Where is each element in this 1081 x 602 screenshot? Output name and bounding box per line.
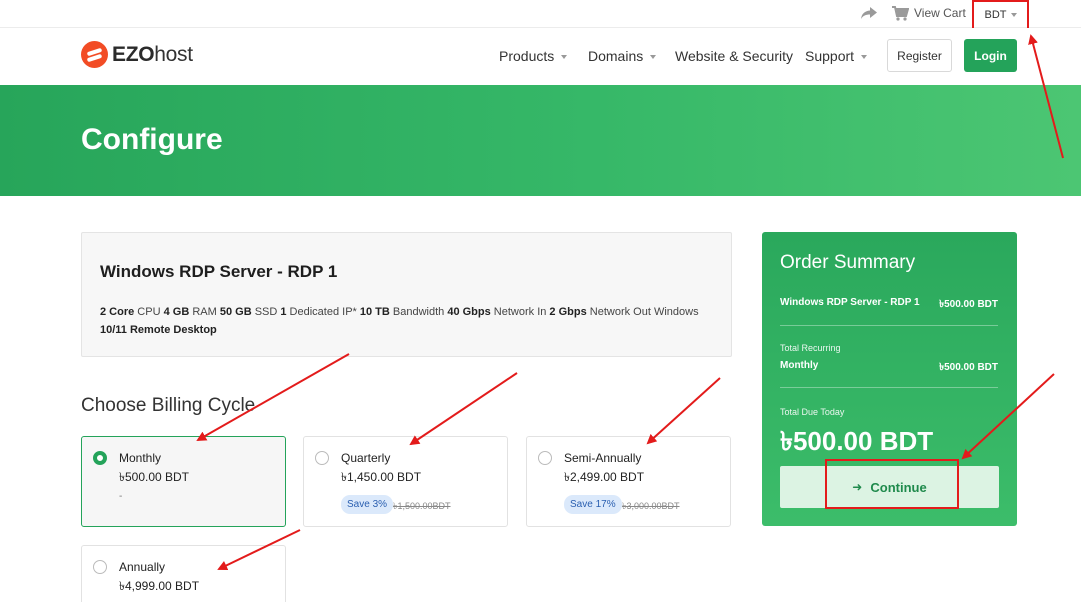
spec-label: SSD (251, 306, 281, 318)
register-button[interactable]: Register (887, 39, 952, 72)
spec-value: 4 GB (163, 306, 190, 318)
currency-selector[interactable]: BDT (972, 0, 1029, 30)
option-name: Quarterly (341, 451, 391, 465)
caret-down-icon (650, 55, 657, 60)
option-name: Annually (119, 560, 166, 574)
billing-option-semi-annually[interactable]: Semi-Annually ৳2,499.00 BDT Save 17% ৳3,… (526, 436, 731, 527)
caret-down-icon (861, 55, 868, 60)
spec-label: Bandwidth (389, 306, 448, 318)
logo-text: EZOhost (112, 42, 193, 66)
spec-label: CPU (134, 306, 164, 318)
spec-label: Dedicated IP* (286, 306, 360, 318)
radio-button[interactable] (315, 451, 329, 465)
continue-button[interactable]: ➜ Continue (780, 466, 999, 508)
spec-value: 40 Gbps (447, 306, 491, 318)
spec-value: 10 TB (359, 306, 390, 318)
option-price: ৳2,499.00 BDT (564, 470, 645, 484)
summary-recurring-row: Monthly ৳500.00 BDT (780, 360, 998, 373)
top-utility-bar: View Cart BDT (0, 0, 1081, 30)
currency-label: BDT (984, 9, 1007, 21)
order-summary: Order Summary Windows RDP Server - RDP 1… (762, 232, 1017, 526)
nav-products[interactable]: Products (499, 48, 568, 64)
save-badge: Save 3% (341, 495, 394, 514)
caret-down-icon (1010, 13, 1017, 17)
total-due-amount: ৳500.00 BDT (780, 426, 934, 456)
nav-support[interactable]: Support (805, 48, 868, 64)
spec-value: 50 GB (219, 306, 252, 318)
logo-mark-icon (81, 41, 108, 68)
option-savings: - (119, 491, 123, 502)
divider (780, 325, 998, 326)
total-recurring-label: Total Recurring (780, 343, 841, 353)
spec-value: 2 Core (100, 306, 135, 318)
nav-domains[interactable]: Domains (588, 48, 657, 64)
billing-option-monthly[interactable]: Monthly ৳500.00 BDT - (81, 436, 286, 527)
option-price: ৳1,450.00 BDT (341, 470, 422, 484)
option-name: Semi-Annually (564, 451, 642, 465)
page-banner: Configure (0, 85, 1081, 196)
caret-down-icon (561, 55, 568, 60)
annotation-arrow (409, 372, 518, 446)
option-name: Monthly (119, 451, 162, 465)
spec-label: RAM (189, 306, 220, 318)
spec-label: Network Out Windows (586, 306, 699, 318)
radio-button[interactable] (538, 451, 552, 465)
main-header: EZOhost Products Domains Website & Secur… (0, 28, 1081, 85)
product-description: 2 Core CPU 4 GB RAM 50 GB SSD 1 Dedicate… (100, 303, 700, 339)
billing-option-quarterly[interactable]: Quarterly ৳1,450.00 BDT Save 3% ৳1,500.0… (303, 436, 508, 527)
total-due-label: Total Due Today (780, 407, 845, 417)
cart-icon[interactable] (891, 5, 909, 21)
spec-label: Network In (490, 306, 550, 318)
old-price: ৳3,000.00BDT (622, 501, 680, 511)
save-badge: Save 17% (564, 495, 622, 514)
share-icon[interactable] (860, 6, 878, 20)
radio-button[interactable] (93, 451, 107, 465)
spec-value: 10/11 (100, 324, 127, 336)
old-price: ৳1,500.00BDT (393, 501, 451, 511)
divider (780, 387, 998, 388)
option-price: ৳500.00 BDT (119, 470, 190, 484)
logo[interactable]: EZOhost (81, 41, 193, 68)
login-button[interactable]: Login (964, 39, 1017, 72)
order-summary-title: Order Summary (780, 252, 916, 273)
spec-value: Remote Desktop (129, 324, 217, 336)
summary-product-row: Windows RDP Server - RDP 1 ৳500.00 BDT (780, 297, 998, 310)
billing-cycle-heading: Choose Billing Cycle (81, 395, 256, 416)
arrow-right-icon: ➜ (852, 480, 863, 494)
billing-option-annually[interactable]: Annually ৳4,999.00 BDT (81, 545, 286, 602)
page-title: Configure (81, 123, 223, 156)
annotation-arrow (646, 377, 721, 445)
product-name: Windows RDP Server - RDP 1 (100, 262, 338, 281)
spec-value: 2 Gbps (549, 306, 587, 318)
radio-button[interactable] (93, 560, 107, 574)
option-price: ৳4,999.00 BDT (119, 579, 200, 593)
nav-website-security[interactable]: Website & Security (675, 48, 793, 64)
product-card: Windows RDP Server - RDP 1 2 Core CPU 4 … (81, 232, 732, 357)
view-cart-link[interactable]: View Cart (914, 6, 966, 20)
